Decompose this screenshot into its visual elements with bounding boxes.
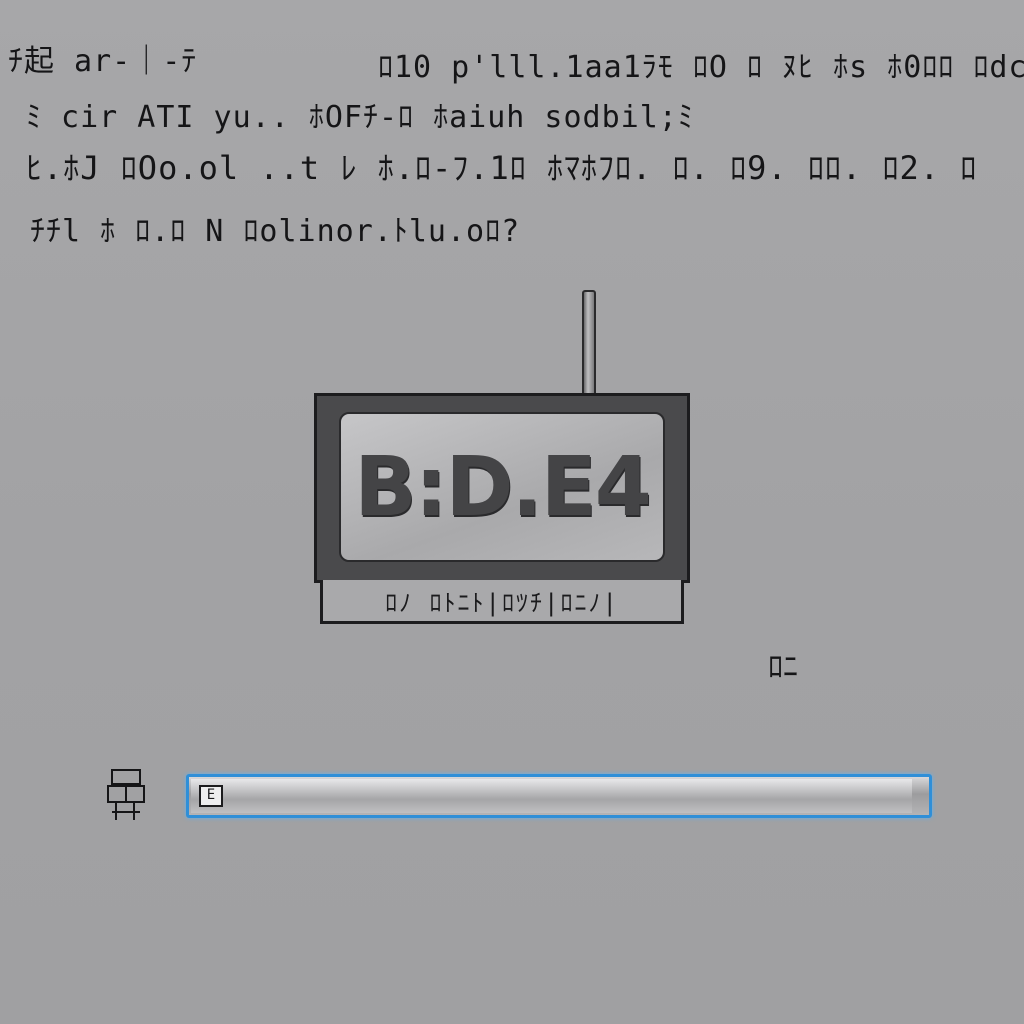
field-badge: E (199, 785, 223, 807)
progress-fill (191, 779, 912, 813)
header-text-left: ﾁ起 ar-｜-ﾃ (8, 44, 198, 79)
progress-input[interactable]: E (186, 774, 932, 818)
field-icon (104, 766, 148, 824)
display-screen: B:D.E4 (339, 412, 665, 562)
screen: ﾁ起 ar-｜-ﾃ ﾛ10 p'lll.1aa1ﾗﾓ ﾛO ﾛ ﾇﾋ ﾎs ﾎ0… (0, 0, 1024, 1024)
body-text-line-3: ﾋ.ﾎJ ﾛOo.ol ..t ﾚ ﾎ.ﾛ-ﾌ.1ﾛ ﾎﾏﾎﾌﾛ. ﾛ. ﾛ9.… (26, 149, 978, 187)
corner-mark: ﾛﾆ (768, 650, 798, 685)
header-text-right: ﾛ10 p'lll.1aa1ﾗﾓ ﾛO ﾛ ﾇﾋ ﾎs ﾎ0ﾛﾛ ﾛdc (378, 50, 1024, 85)
body-text-line-4: ﾁﾁl ﾎ ﾛ.ﾛ N ﾛolinor.ﾄlu.oﾛ? (30, 214, 521, 249)
antenna-icon (582, 290, 596, 396)
device-label: ﾛﾉ ﾛﾄﾆﾄ|ﾛﾂﾁ|ﾛﾆﾉ| (320, 580, 684, 624)
body-text-line-2: ﾐ cir ATI yu.. ﾎOFﾁ-ﾛ ﾎaiuh sodbil;ﾐ (26, 100, 694, 135)
display-readout: B:D.E4 (354, 439, 652, 535)
display-device: B:D.E4 (314, 393, 690, 583)
